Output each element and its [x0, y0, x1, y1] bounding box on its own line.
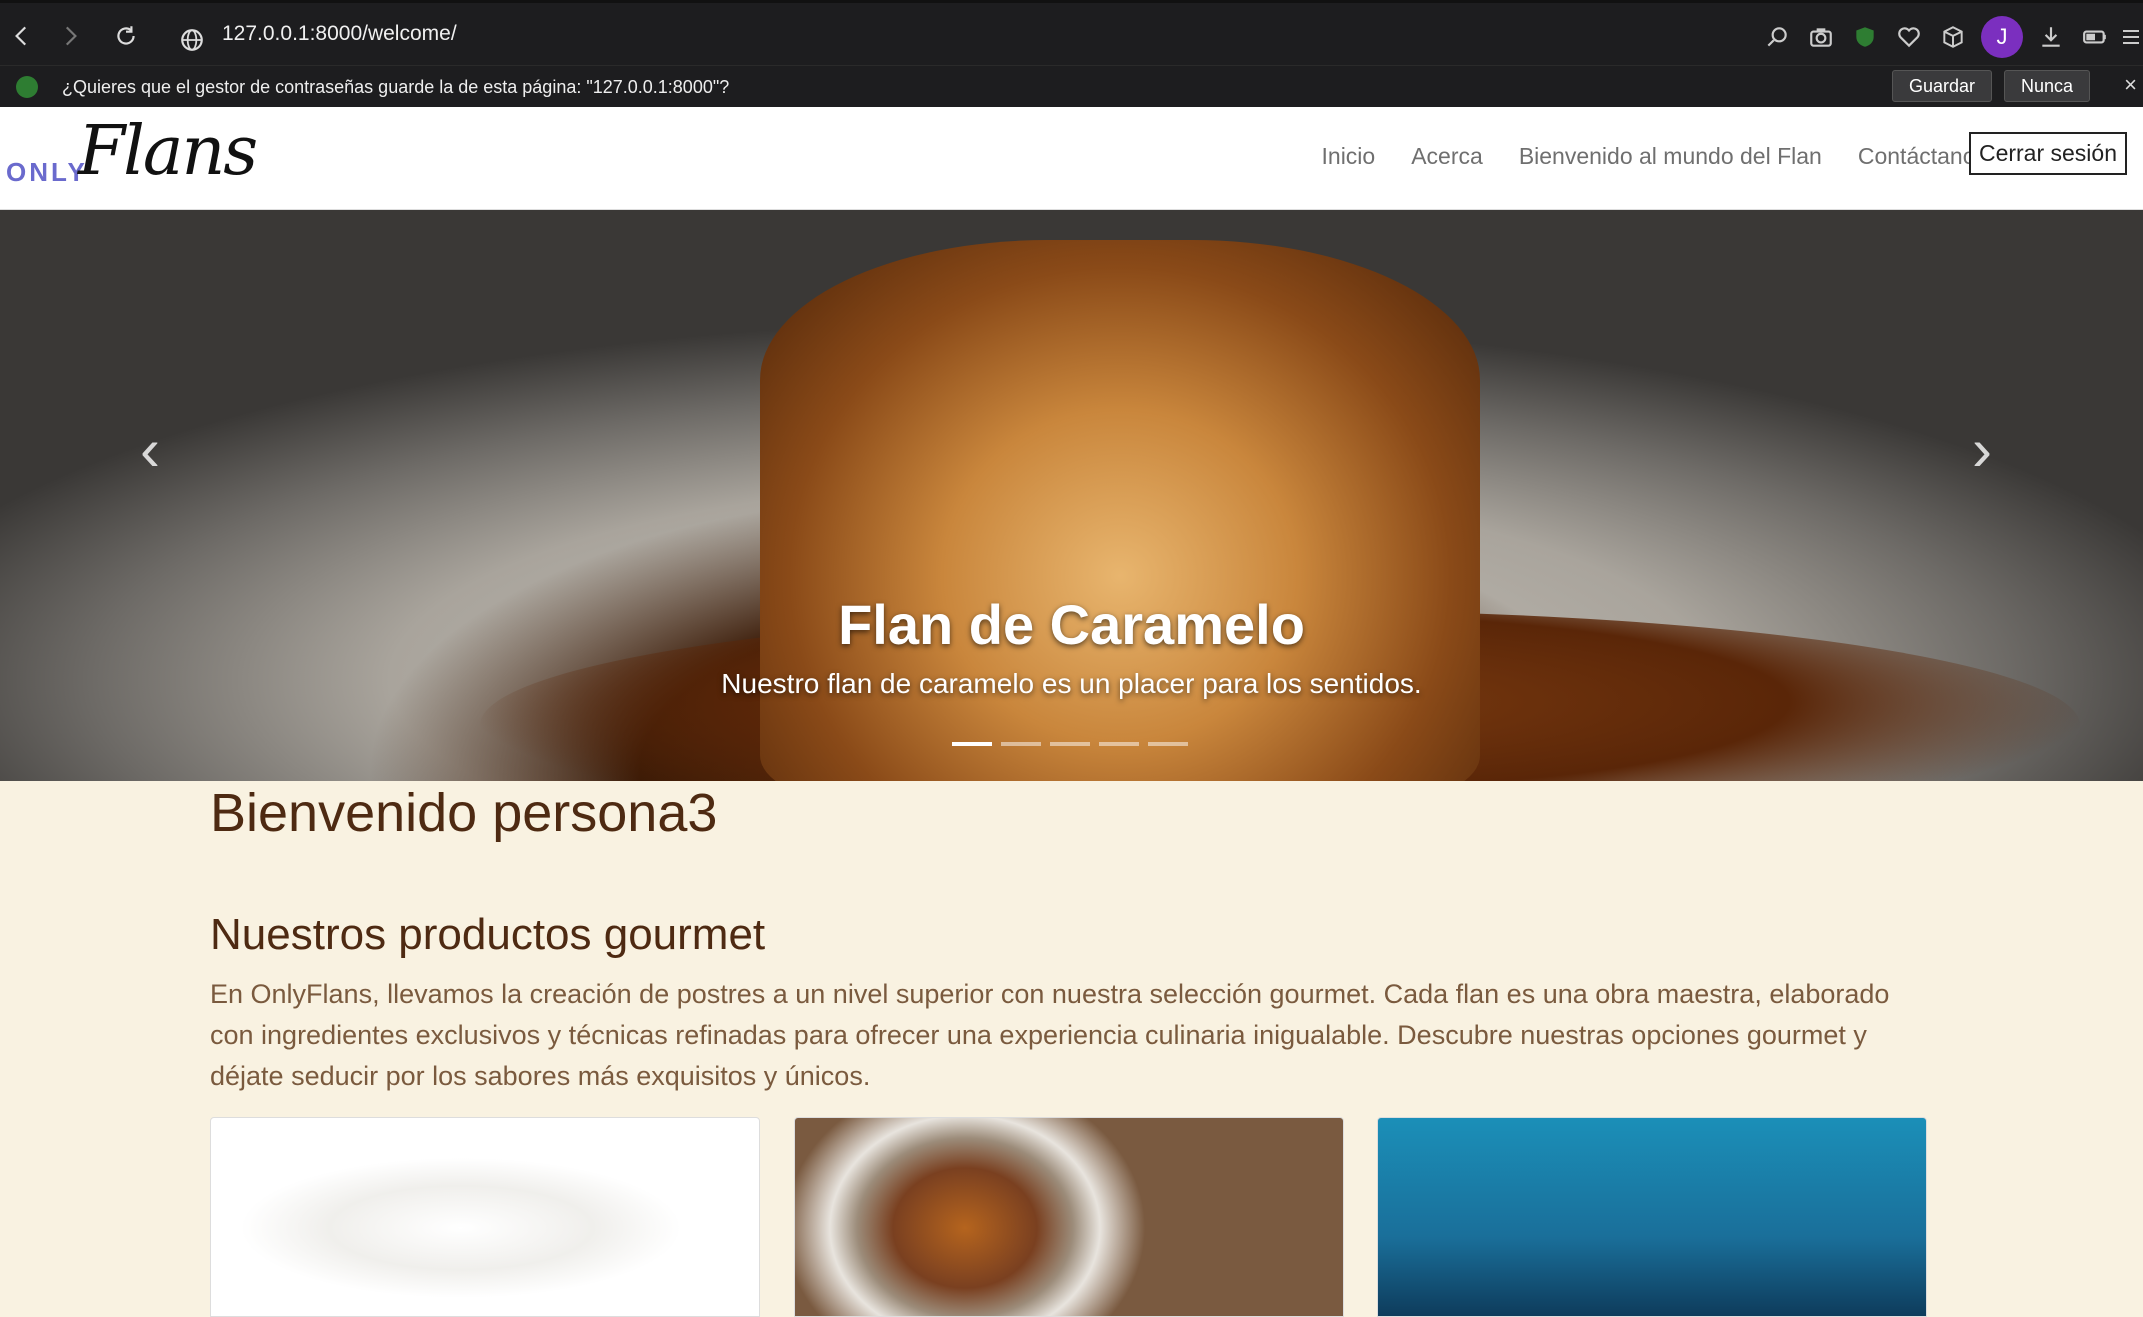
back-icon[interactable]: [2, 16, 42, 56]
site-navbar: ONLY Flans Inicio Acerca Bienvenido al m…: [0, 107, 2143, 210]
close-icon[interactable]: ×: [2124, 72, 2137, 98]
logout-button[interactable]: Cerrar sesión: [1968, 132, 2127, 175]
nav-link-acerca[interactable]: Acerca: [1411, 143, 1483, 170]
carousel-next-icon[interactable]: ›: [1972, 415, 1992, 484]
browser-nav: [2, 16, 146, 56]
nav-link-inicio[interactable]: Inicio: [1322, 143, 1376, 170]
camera-icon[interactable]: [1801, 17, 1841, 57]
hero-carousel: ‹ › Flan de Caramelo Nuestro flan de car…: [0, 210, 2143, 781]
battery-icon[interactable]: [2075, 17, 2115, 57]
profile-avatar[interactable]: J: [1981, 16, 2023, 58]
zoom-icon[interactable]: [1757, 17, 1797, 57]
carousel-indicator[interactable]: [1099, 742, 1139, 746]
globe-icon[interactable]: [172, 20, 212, 60]
logo-only-text: ONLY: [6, 157, 88, 187]
nav-link-bienvenido[interactable]: Bienvenido al mundo del Flan: [1519, 143, 1822, 170]
carousel-indicator[interactable]: [952, 742, 992, 746]
browser-actions: J: [1757, 16, 2143, 58]
logo-flans-text: Flans: [78, 112, 258, 191]
nav-link-contactanos[interactable]: Contáctanos: [1858, 143, 1987, 170]
browser-toolbar: 127.0.0.1:8000/welcome/ J: [0, 0, 2143, 65]
carousel-caption-text: Nuestro flan de caramelo es un placer pa…: [721, 668, 1422, 699]
download-icon[interactable]: [2031, 17, 2071, 57]
section-title: Nuestros productos gourmet: [210, 910, 766, 959]
cube-icon[interactable]: [1933, 17, 1973, 57]
password-prompt: ¿Quieres que el gestor de contraseñas gu…: [62, 77, 730, 97]
reload-icon[interactable]: [106, 16, 146, 56]
heart-icon[interactable]: [1889, 17, 1929, 57]
welcome-heading: Bienvenido persona3: [210, 783, 718, 843]
never-button[interactable]: Nunca: [2004, 70, 2091, 102]
shield-icon[interactable]: [1845, 17, 1885, 57]
address-bar[interactable]: 127.0.0.1:8000/welcome/: [222, 22, 457, 46]
carousel-indicator[interactable]: [1050, 742, 1090, 746]
carousel-caption-title: Flan de Caramelo: [838, 593, 1305, 656]
menu-icon[interactable]: [2119, 17, 2143, 57]
product-card-image[interactable]: [794, 1117, 1344, 1317]
carousel-indicators: [952, 742, 1188, 746]
product-card-image[interactable]: [1377, 1117, 1927, 1317]
product-card-image[interactable]: [210, 1117, 760, 1317]
carousel-indicator[interactable]: [1148, 742, 1188, 746]
nav-links: Inicio Acerca Bienvenido al mundo del Fl…: [1322, 143, 1987, 170]
key-icon: [16, 76, 38, 98]
section-description: En OnlyFlans, llevamos la creación de po…: [210, 979, 1890, 1091]
password-save-bar: ¿Quieres que el gestor de contraseñas gu…: [0, 65, 2143, 107]
carousel-prev-icon[interactable]: ‹: [140, 415, 160, 484]
save-password-button[interactable]: Guardar: [1892, 70, 1993, 102]
carousel-indicator[interactable]: [1001, 742, 1041, 746]
forward-icon[interactable]: [50, 16, 90, 56]
